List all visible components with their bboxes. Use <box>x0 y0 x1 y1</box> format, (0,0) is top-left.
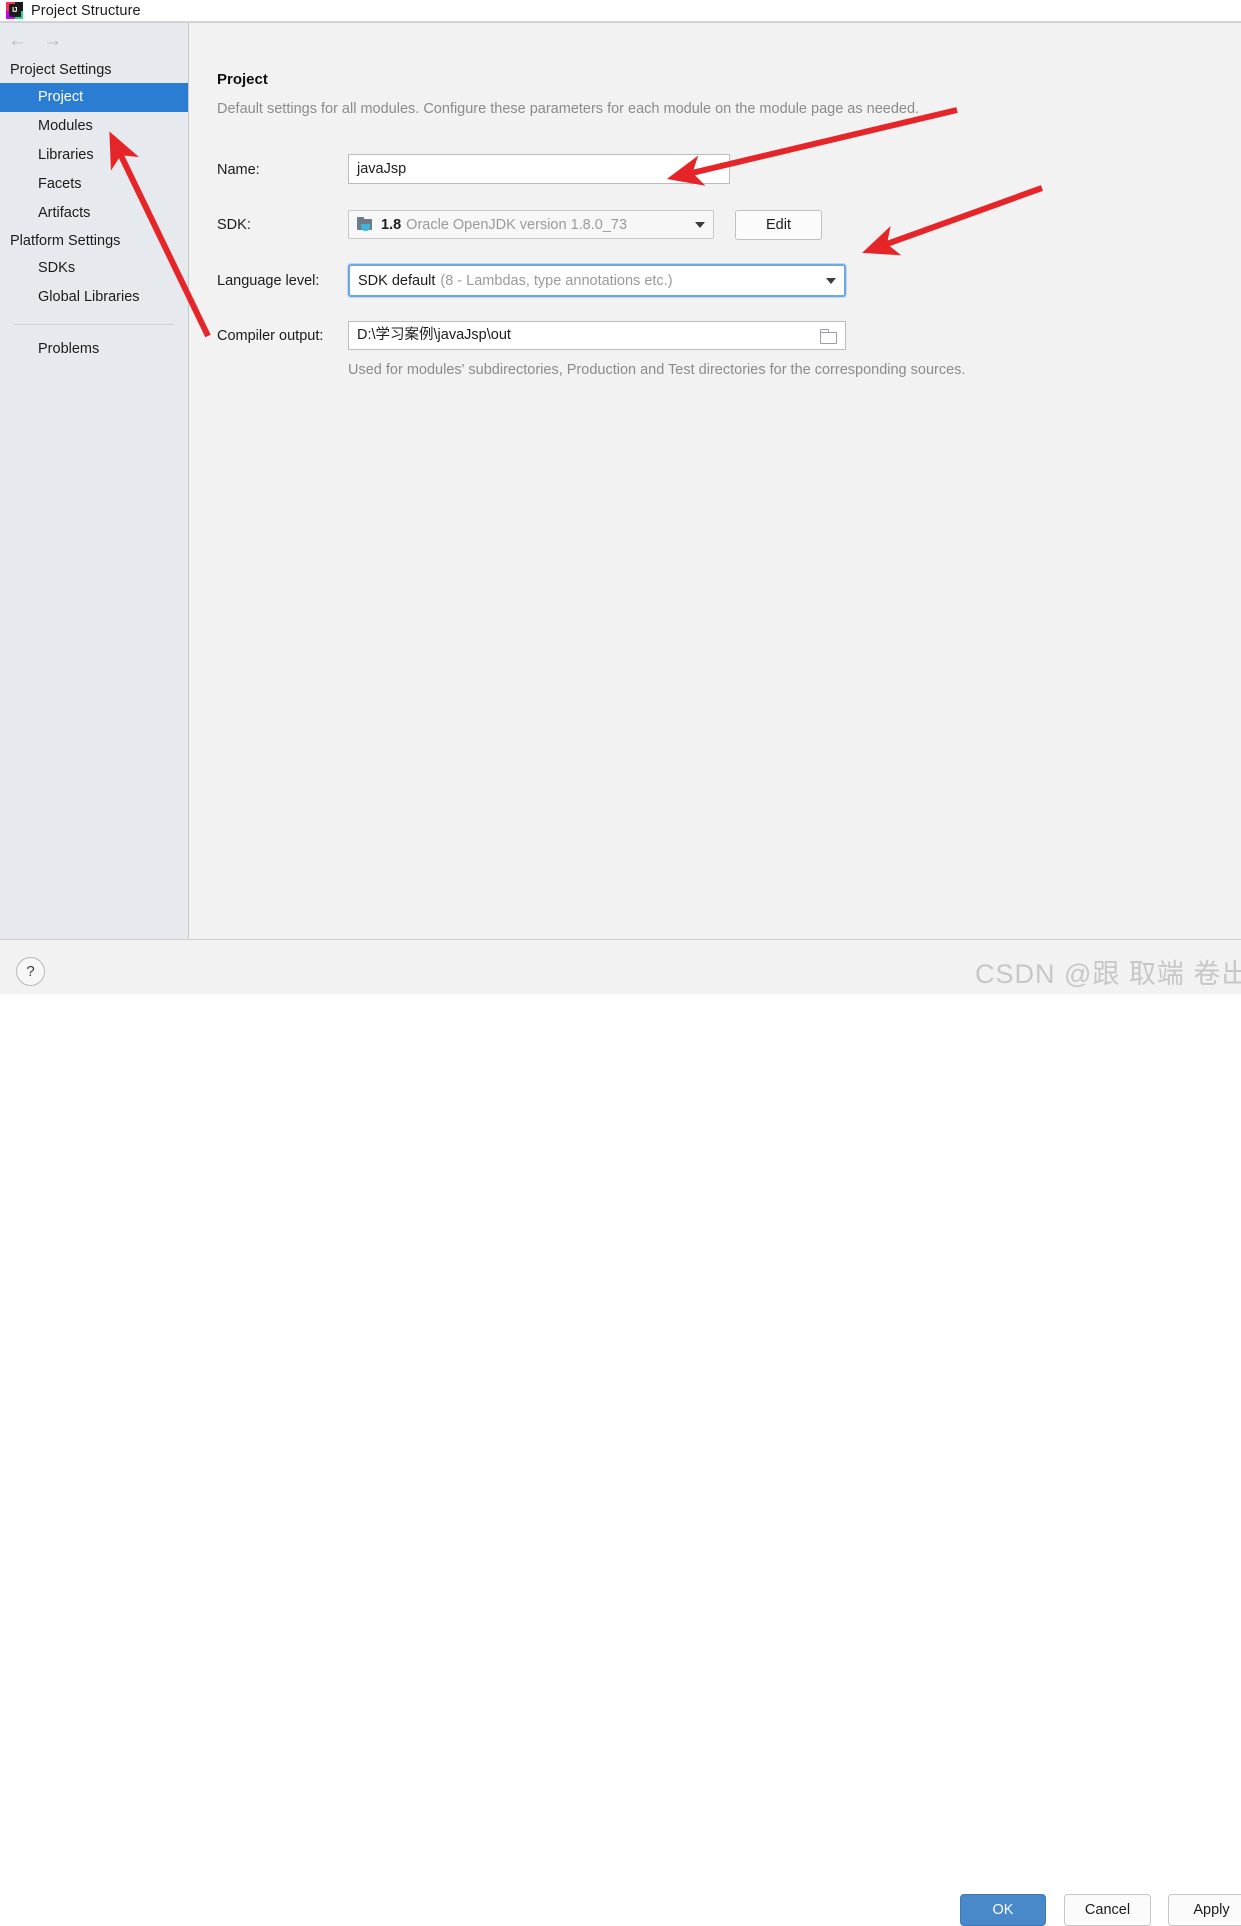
chevron-down-icon[interactable] <box>826 277 836 284</box>
sdk-combobox[interactable]: 1.8 Oracle OpenJDK version 1.8.0_73 <box>348 210 714 239</box>
language-level-combobox[interactable]: SDK default (8 - Lambdas, type annotatio… <box>348 264 846 297</box>
compiler-output-hint: Used for modules' subdirectories, Produc… <box>348 362 966 378</box>
sidebar-group-project-settings: Project Settings <box>10 62 112 78</box>
sidebar-item-global-libraries[interactable]: Global Libraries <box>0 283 188 312</box>
dialog-button-bar: ? OK Cancel Apply <box>0 939 1241 1926</box>
project-settings-panel: Project Default settings for all modules… <box>189 23 1241 939</box>
back-arrow-icon[interactable]: ← <box>8 31 27 50</box>
sidebar-item-libraries[interactable]: Libraries <box>0 141 188 170</box>
name-input[interactable]: javaJsp <box>348 154 730 184</box>
cancel-button[interactable]: Cancel <box>1064 1894 1151 1926</box>
help-button[interactable]: ? <box>16 957 45 986</box>
forward-arrow-icon[interactable]: → <box>43 31 62 50</box>
title-bar: IJ Project Structure <box>0 0 1241 22</box>
sidebar-divider <box>14 324 174 325</box>
sdk-version-value: 1.8 <box>381 216 402 233</box>
sdk-description-value: Oracle OpenJDK version 1.8.0_73 <box>406 216 628 233</box>
name-label: Name: <box>217 162 260 178</box>
compiler-output-label: Compiler output: <box>217 328 324 344</box>
dialog-body: ← → Project Settings Project Modules Lib… <box>0 22 1241 939</box>
logo-text: IJ <box>12 7 17 14</box>
browse-folder-icon[interactable] <box>818 328 840 344</box>
settings-sidebar: ← → Project Settings Project Modules Lib… <box>0 23 189 939</box>
sidebar-group-platform-settings: Platform Settings <box>10 233 121 249</box>
project-form: Name: javaJsp SDK: 1.8 Oracle OpenJDK ve… <box>189 23 1241 939</box>
sidebar-item-modules[interactable]: Modules <box>0 112 188 141</box>
chevron-down-icon[interactable] <box>695 221 705 228</box>
apply-button[interactable]: Apply <box>1168 1894 1241 1926</box>
sidebar-item-problems[interactable]: Problems <box>0 335 188 364</box>
intellij-idea-logo-icon: IJ <box>6 2 23 19</box>
project-structure-dialog: IJ Project Structure ← → Project Setting… <box>0 0 1241 1926</box>
navigation-row: ← → <box>0 23 188 57</box>
sdk-label: SDK: <box>217 217 251 233</box>
window-title: Project Structure <box>31 2 141 19</box>
sidebar-item-sdks[interactable]: SDKs <box>0 254 188 283</box>
language-level-detail: (8 - Lambdas, type annotations etc.) <box>440 272 673 289</box>
compiler-output-input[interactable]: D:\学习案例\javaJsp\out <box>348 321 846 350</box>
sidebar-item-artifacts[interactable]: Artifacts <box>0 199 188 228</box>
edit-sdk-button[interactable]: Edit <box>735 210 822 240</box>
language-level-value: SDK default <box>358 272 436 289</box>
language-level-label: Language level: <box>217 273 320 289</box>
ok-button[interactable]: OK <box>960 1894 1046 1926</box>
jdk-folder-icon <box>357 217 374 232</box>
sidebar-item-project[interactable]: Project <box>0 83 188 112</box>
sidebar-item-facets[interactable]: Facets <box>0 170 188 199</box>
